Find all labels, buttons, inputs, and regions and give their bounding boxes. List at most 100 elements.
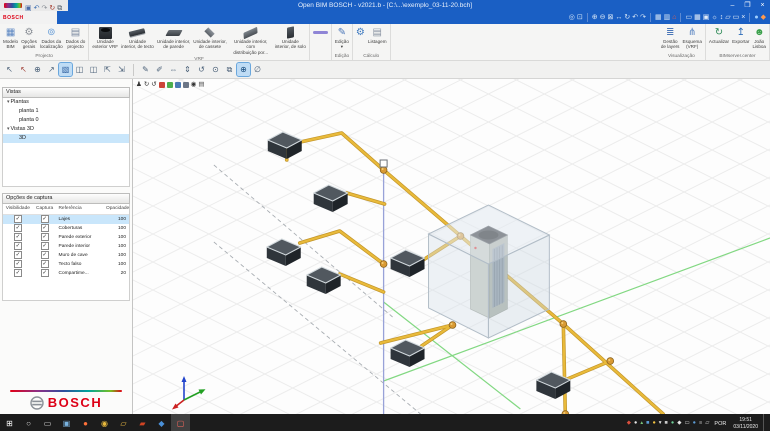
ribbon-button-unidade-interior-parede[interactable]: Unidade interior, de parede — [156, 25, 191, 51]
table-row[interactable]: ✓ ✓ Coberturas 100 — [3, 223, 129, 233]
search-button[interactable]: ○ — [19, 414, 38, 431]
move-icon[interactable]: ⇔ — [167, 63, 180, 76]
tray-icon-3[interactable]: ▴ — [640, 414, 643, 431]
tray-icon-4[interactable]: ■ — [646, 414, 649, 431]
openbim-bosch-app[interactable]: ▢ — [171, 414, 190, 431]
blue-axis-view-icon[interactable] — [174, 82, 181, 88]
firefox-app[interactable]: ● — [76, 414, 95, 431]
checkbox[interactable]: ✓ — [40, 250, 49, 259]
table-row[interactable]: ✓ ✓ Parede exterior 100 — [3, 232, 129, 242]
comment-icon[interactable]: ▭ — [733, 11, 740, 24]
rotate-base-icon[interactable]: ⊙ — [209, 63, 222, 76]
close-button[interactable]: × — [755, 0, 770, 11]
tray-icon-5[interactable]: ● — [652, 414, 655, 431]
ribbon-button-esquema-vrf[interactable]: ⋔ Esquema (VRF) — [681, 25, 702, 51]
task-view-button[interactable]: ▭ — [38, 414, 57, 431]
start-button[interactable]: ⊞ — [0, 414, 19, 431]
store-app[interactable]: ◆ — [152, 414, 171, 431]
tray-icon-8[interactable]: ● — [671, 414, 674, 431]
checkbox[interactable]: ✓ — [40, 268, 49, 277]
checkbox[interactable]: ✓ — [13, 259, 22, 268]
share-icon[interactable]: ⧉ — [57, 5, 62, 12]
measure-icon[interactable]: ↕ — [720, 11, 724, 24]
tray-icon-10[interactable]: ▭ — [684, 414, 689, 431]
tray-icon-7[interactable]: ■ — [665, 414, 668, 431]
frame-view-icon[interactable]: ▭ — [685, 11, 692, 24]
show-desktop-button[interactable] — [763, 414, 767, 431]
copy-view-icon[interactable]: ◫ — [73, 63, 86, 76]
paste-view-icon[interactable]: ◫ — [87, 63, 100, 76]
snap-icon[interactable]: ⊕ — [236, 62, 251, 77]
ribbon-button-unidade-interior-solo[interactable]: Unidade interior, de solo — [274, 25, 307, 51]
zoom-out-icon[interactable]: ⊖ — [600, 11, 606, 24]
tree-item-planta-1[interactable]: planta 1 — [3, 107, 129, 116]
redo-icon[interactable]: ↷ — [42, 5, 48, 12]
erase-icon[interactable]: ✐ — [153, 63, 166, 76]
checkbox[interactable]: ✓ — [40, 232, 49, 241]
checkbox[interactable]: ✓ — [13, 268, 22, 277]
ribbon-button-actualizar[interactable]: ↻ Actualizar — [708, 25, 730, 45]
tree-item-3d[interactable]: 3D — [3, 134, 129, 143]
table-row[interactable]: ✓ ✓ Compartime... 20 — [3, 268, 129, 278]
ribbon-button-edicao[interactable]: ✎ Edição ▾ — [334, 25, 350, 51]
outlook-app[interactable]: ▣ — [57, 414, 76, 431]
ribbon-button-unidade-exterior-vrf[interactable]: Unidade exterior VRF — [91, 25, 119, 51]
checkbox[interactable]: ✓ — [13, 241, 22, 250]
refresh-icon[interactable]: ↻ — [49, 5, 55, 12]
pan-icon[interactable]: ↔ — [615, 11, 622, 24]
tables-icon[interactable]: ▦ — [655, 11, 662, 24]
export-drawing-icon[interactable]: ⇲ — [115, 63, 128, 76]
tray-icon-6[interactable]: ▾ — [659, 414, 662, 431]
select-window-icon[interactable]: ⊕ — [31, 63, 44, 76]
tray-icon-11[interactable]: ● — [693, 414, 696, 431]
tag-icon[interactable]: ▱ — [725, 11, 730, 24]
tray-icon-9[interactable]: ◆ — [677, 414, 681, 431]
close-tool-icon[interactable]: × — [741, 11, 745, 24]
caret-icon[interactable]: ▾ — [7, 126, 10, 132]
edit-pencil-icon[interactable]: ✎ — [139, 63, 152, 76]
rotate-icon[interactable]: ↺ — [195, 63, 208, 76]
table-row[interactable]: ✓ ✓ Lajes 100 — [3, 214, 129, 224]
ribbon-button-listagem[interactable]: ▤ Listagem — [367, 25, 388, 45]
move-vertical-icon[interactable]: ⇕ — [181, 63, 194, 76]
table-row[interactable]: ✓ ✓ Muro de cave 100 — [3, 250, 129, 260]
next-view-icon[interactable]: ↷ — [640, 11, 646, 24]
tree-item-planta-0[interactable]: planta 0 — [3, 116, 129, 125]
select-icon[interactable]: ↖ — [3, 63, 16, 76]
sheet-icon[interactable]: ▤ — [198, 81, 204, 89]
explorer-app[interactable]: ▱ — [114, 414, 133, 431]
ribbon-button-exportar[interactable]: ↥ Exportar — [731, 25, 750, 45]
tray-icon-13[interactable]: ▱ — [705, 414, 709, 431]
table-row[interactable]: ✓ ✓ Tecto falso 100 — [3, 259, 129, 269]
help-icon[interactable]: ◆ — [761, 11, 766, 24]
clock[interactable]: 19:51 03/11/2020 — [731, 417, 760, 430]
ribbon-button-dados-projecto[interactable]: ▤ Dados do projecto — [65, 25, 87, 51]
save-icon[interactable]: ▣ — [25, 5, 32, 12]
ribbon-button-unidade-interior-tecto[interactable]: Unidade interior, de tecto — [120, 25, 155, 51]
ribbon-button-tubagem[interactable] — [312, 25, 329, 40]
maximize-button[interactable]: ❐ — [740, 0, 755, 11]
grid-toggle-icon[interactable]: ▦ — [694, 11, 701, 24]
chrome-app[interactable]: ◉ — [95, 414, 114, 431]
previous-view-icon[interactable]: ↶ — [632, 11, 638, 24]
table-row[interactable]: ✓ ✓ Parede interior 100 — [3, 241, 129, 251]
report-icon[interactable]: ▥ — [664, 11, 671, 24]
checkbox[interactable]: ✓ — [40, 259, 49, 268]
powerpoint-app[interactable]: ▰ — [133, 414, 152, 431]
green-axis-view-icon[interactable] — [166, 82, 173, 88]
ribbon-button-dados-localizacao[interactable]: ⊚ Dados da localização — [39, 25, 64, 51]
orbit-cw-icon[interactable]: ↻ — [144, 81, 149, 89]
tray-icon-12[interactable]: ≡ — [699, 414, 702, 431]
tray-icon-2[interactable]: ● — [634, 414, 637, 431]
find-element-icon[interactable]: ◎ — [569, 11, 575, 24]
checkbox[interactable]: ✓ — [40, 223, 49, 232]
checkbox[interactable]: ✓ — [40, 214, 49, 223]
checkbox[interactable]: ✓ — [13, 214, 22, 223]
tree-item-plantas[interactable]: ▾Plantas — [3, 98, 129, 107]
tree-item-vistas-3d[interactable]: ▾Vistas 3D — [3, 125, 129, 134]
select-add-icon[interactable]: ↖ — [17, 63, 30, 76]
ribbon-button-gestao-layers[interactable]: ≣ Gestão de layers — [660, 25, 681, 51]
checkbox[interactable]: ✓ — [13, 250, 22, 259]
ribbon-button-unidade-interior-distribuicao[interactable]: Unidade interior, com distribuição por..… — [229, 25, 273, 56]
checkbox[interactable]: ✓ — [13, 223, 22, 232]
